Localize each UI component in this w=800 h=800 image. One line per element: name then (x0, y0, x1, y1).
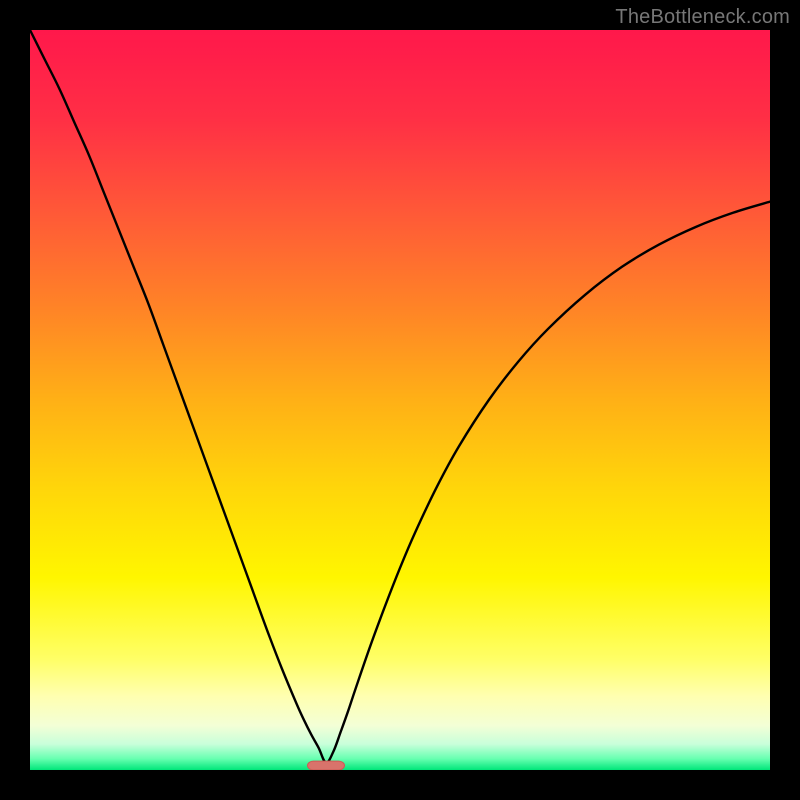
bottleneck-chart (30, 30, 770, 770)
plot-area (30, 30, 770, 770)
gradient-background (30, 30, 770, 770)
optimal-marker (308, 761, 345, 770)
watermark-text: TheBottleneck.com (615, 6, 790, 29)
chart-frame: TheBottleneck.com (0, 0, 800, 800)
